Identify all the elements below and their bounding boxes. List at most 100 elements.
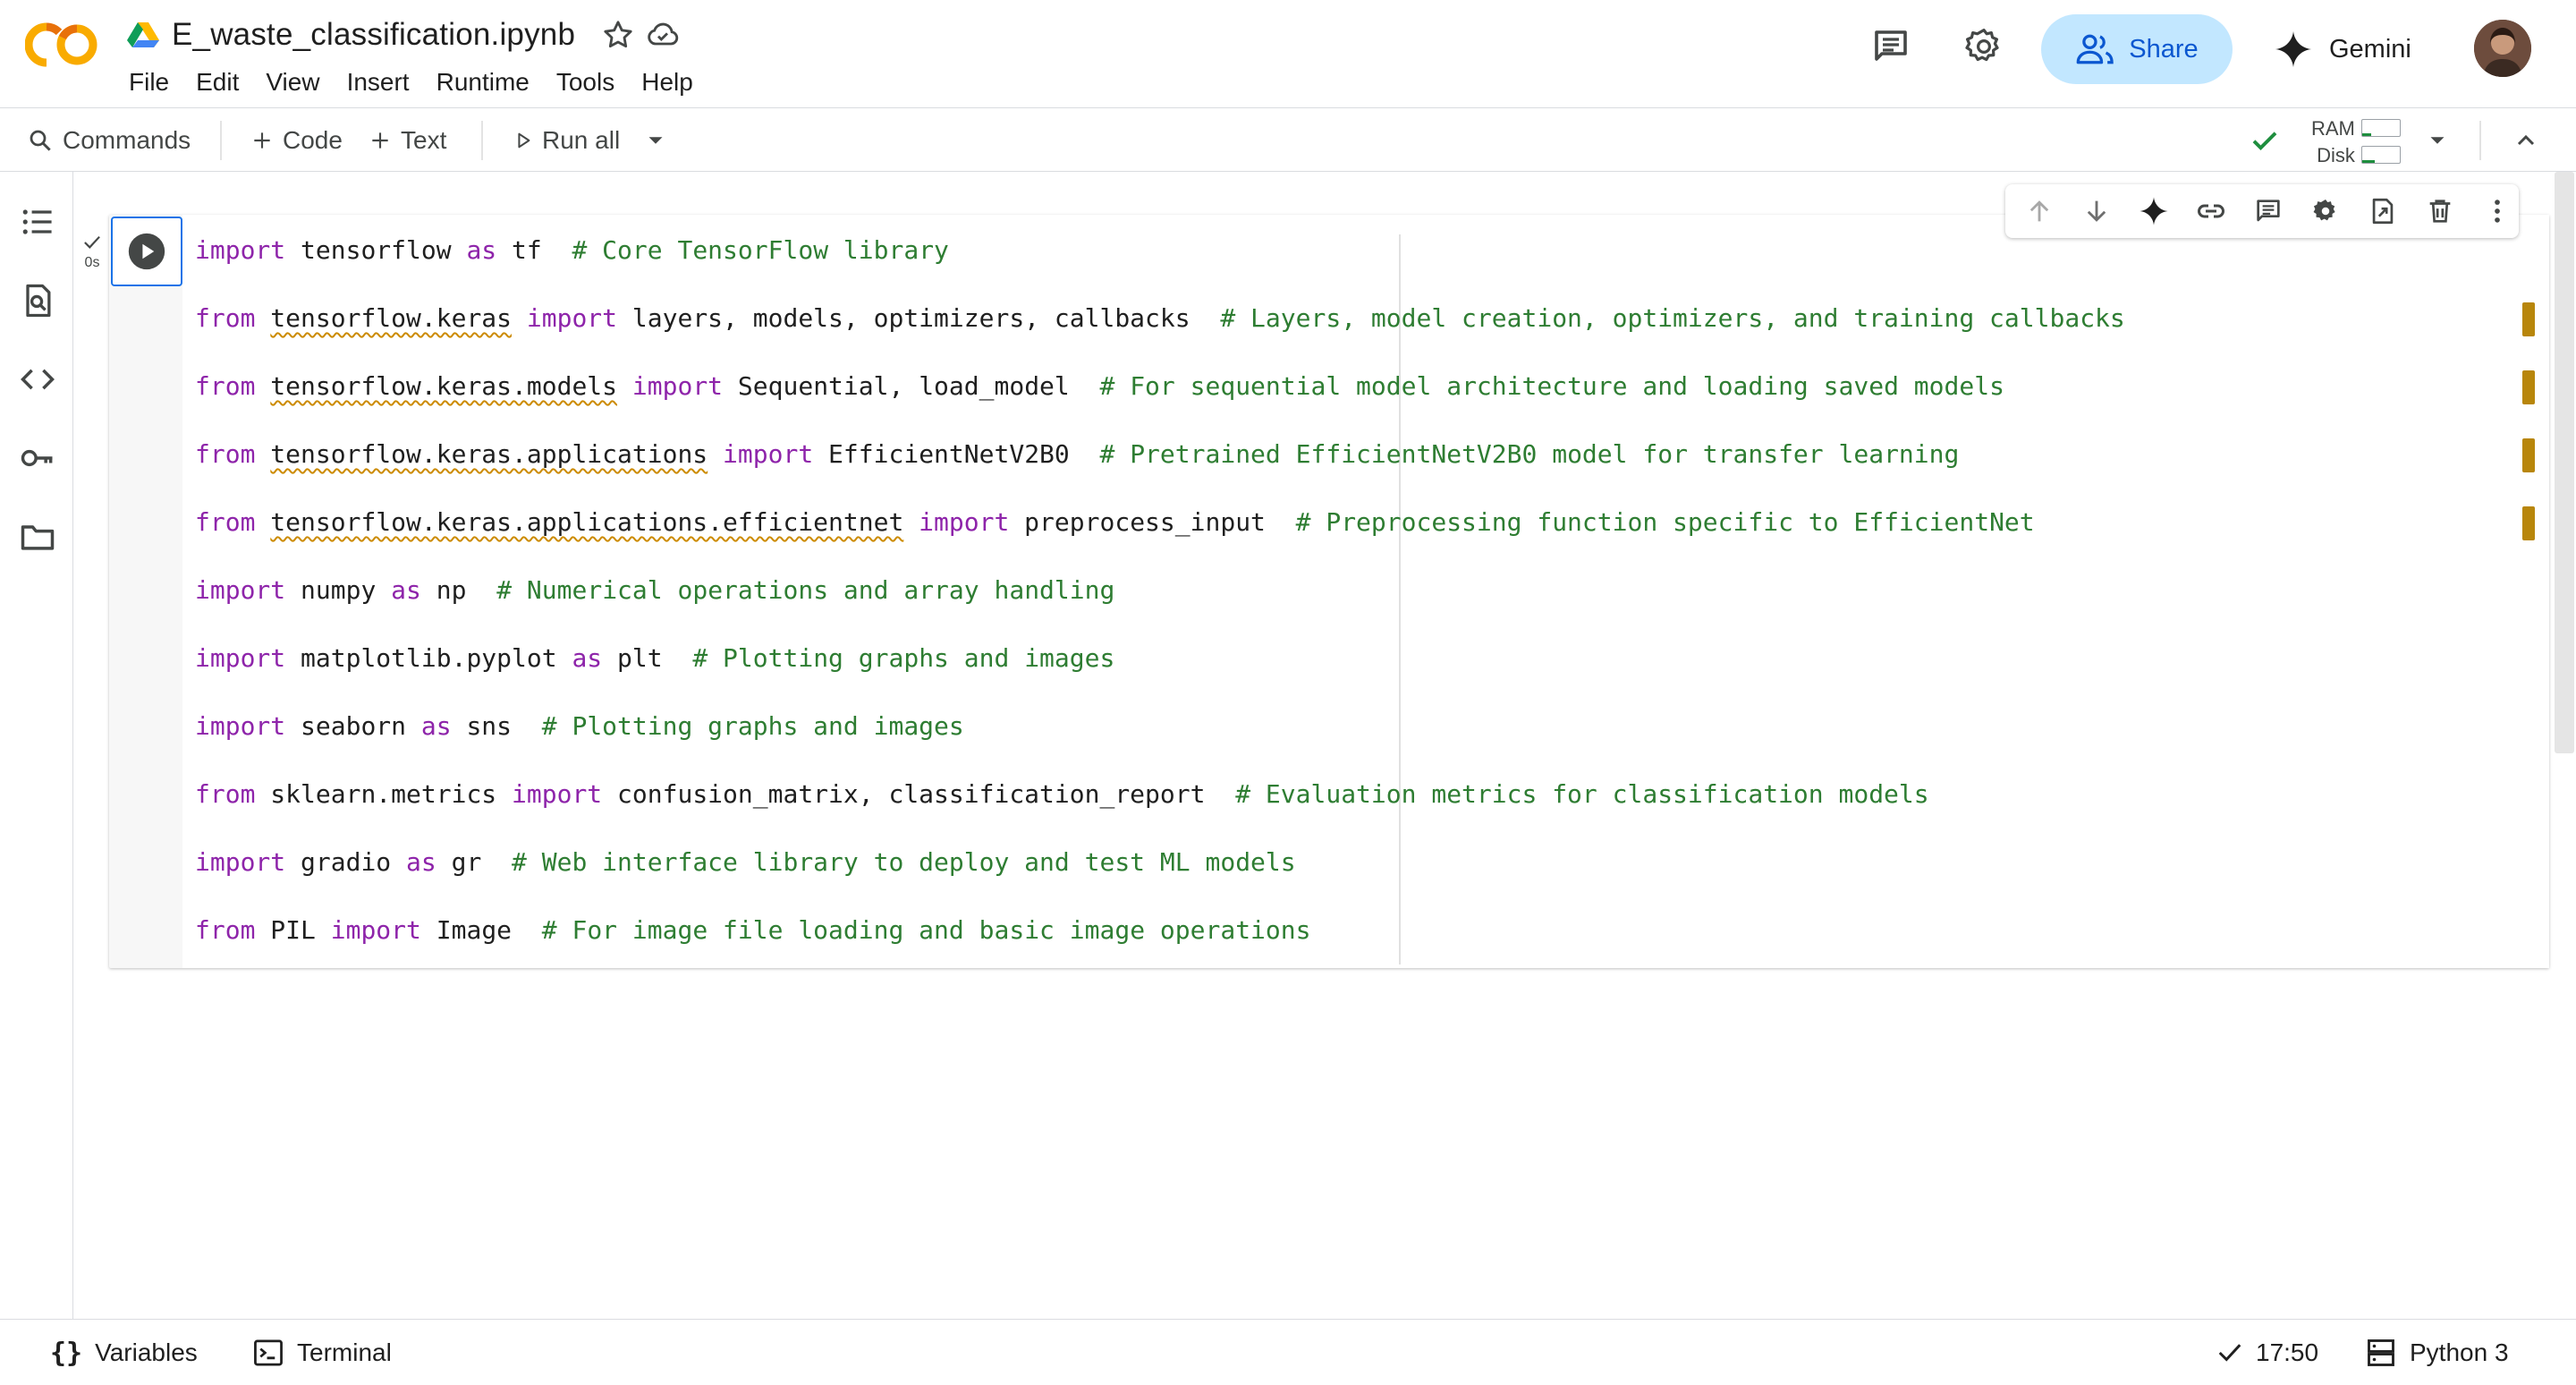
- more-vertical-icon: [2495, 200, 2500, 223]
- comments-button[interactable]: [1864, 20, 1918, 73]
- move-cell-down-button[interactable]: [2077, 191, 2116, 231]
- code-keyword: as: [572, 643, 603, 673]
- mirror-cell-button[interactable]: [2363, 191, 2402, 231]
- last-execution-status[interactable]: 17:50: [2216, 1320, 2318, 1385]
- play-outline-icon: [518, 132, 530, 149]
- code-comment: # Plotting graphs and images: [541, 711, 964, 741]
- code-text: PIL: [255, 915, 331, 945]
- resource-labels[interactable]: RAM Disk: [2311, 115, 2355, 169]
- table-of-contents-button[interactable]: [18, 202, 57, 242]
- resources-dropdown[interactable]: [2424, 108, 2451, 173]
- code-keyword: import: [526, 303, 618, 333]
- code-line[interactable]: from tensorflow.keras.applications.effic…: [195, 505, 2125, 573]
- notebook-scrollbar[interactable]: [2555, 172, 2574, 753]
- trash-icon: [2429, 200, 2451, 223]
- code-lines[interactable]: import tensorflow as tf # Core TensorFlo…: [195, 233, 2125, 981]
- code-line[interactable]: from tensorflow.keras.models import Sequ…: [195, 369, 2125, 437]
- execution-time-label: 17:50: [2256, 1338, 2319, 1366]
- account-avatar[interactable]: [2474, 20, 2531, 77]
- menu-edit[interactable]: Edit: [196, 64, 239, 100]
- add-text-button[interactable]: Text: [369, 108, 446, 173]
- code-keyword: from: [195, 303, 256, 333]
- menu-insert[interactable]: Insert: [347, 64, 410, 100]
- code-text: seaborn: [285, 711, 421, 741]
- code-snippets-button[interactable]: [18, 360, 57, 399]
- lint-warning-marker[interactable]: [2522, 506, 2535, 540]
- gemini-button[interactable]: Gemini: [2274, 14, 2411, 84]
- delete-cell-button[interactable]: [2420, 191, 2460, 231]
- code-brackets-icon: [21, 369, 55, 390]
- menu-tools[interactable]: Tools: [556, 64, 614, 100]
- files-button[interactable]: [18, 517, 57, 557]
- gemini-sparkle-icon: [2140, 197, 2168, 225]
- run-cell-button[interactable]: [111, 217, 182, 286]
- code-comment: # Numerical operations and array handlin…: [496, 575, 1115, 605]
- secrets-button[interactable]: [18, 438, 57, 478]
- lint-warning-marker[interactable]: [2522, 370, 2535, 404]
- star-icon[interactable]: [600, 17, 636, 53]
- arrow-down-icon: [2087, 200, 2106, 222]
- key-icon: [21, 449, 53, 467]
- commands-button[interactable]: Commands: [27, 108, 191, 173]
- add-comment-button[interactable]: [2249, 191, 2288, 231]
- search-icon: [30, 130, 51, 151]
- connected-check-icon[interactable]: [2247, 124, 2283, 157]
- menu-help[interactable]: Help: [641, 64, 693, 100]
- ram-usage-bar[interactable]: [2361, 119, 2401, 137]
- code-text: tensorflow.keras.applications.efficientn…: [270, 507, 904, 537]
- settings-button[interactable]: [1957, 20, 2011, 73]
- code-text: sns: [451, 711, 542, 741]
- code-line[interactable]: from sklearn.metrics import confusion_ma…: [195, 777, 2125, 845]
- plus-icon: [254, 132, 270, 149]
- add-code-button[interactable]: Code: [250, 108, 343, 173]
- lint-warning-marker[interactable]: [2522, 302, 2535, 336]
- code-text: sklearn.metrics: [255, 779, 513, 809]
- variables-button[interactable]: {} Variables: [50, 1320, 198, 1385]
- disk-usage-bar[interactable]: [2361, 146, 2401, 164]
- google-drive-icon[interactable]: [127, 21, 159, 49]
- colab-logo-icon[interactable]: [25, 20, 100, 70]
- menu-runtime[interactable]: Runtime: [436, 64, 530, 100]
- find-replace-button[interactable]: [18, 281, 57, 320]
- lint-warning-marker[interactable]: [2522, 438, 2535, 472]
- code-line[interactable]: import numpy as np # Numerical operation…: [195, 573, 2125, 641]
- code-line[interactable]: from tensorflow.keras.applications impor…: [195, 437, 2125, 505]
- code-keyword: import: [723, 439, 814, 469]
- move-cell-up-button[interactable]: [2020, 191, 2059, 231]
- collapse-header-button[interactable]: [2512, 108, 2540, 173]
- code-line[interactable]: from PIL import Image # For image file l…: [195, 913, 2125, 981]
- code-keyword: as: [406, 847, 436, 877]
- gemini-cell-button[interactable]: [2134, 191, 2174, 231]
- menu-view[interactable]: View: [266, 64, 319, 100]
- share-button[interactable]: Share: [2041, 14, 2233, 84]
- code-text: confusion_matrix, classification_report: [602, 779, 1236, 809]
- code-text: gr: [436, 847, 513, 877]
- add-text-label: Text: [401, 126, 447, 154]
- cloud-saved-icon[interactable]: [645, 17, 681, 53]
- cell-toolbar: [2005, 184, 2519, 238]
- code-line[interactable]: from tensorflow.keras import layers, mod…: [195, 301, 2125, 369]
- code-keyword: import: [919, 507, 1010, 537]
- check-icon: [2218, 1344, 2241, 1362]
- cell-settings-button[interactable]: [2306, 191, 2345, 231]
- code-keyword: import: [195, 235, 286, 265]
- code-text: Image: [420, 915, 542, 945]
- menu-file[interactable]: File: [129, 64, 169, 100]
- add-code-label: Code: [283, 126, 343, 154]
- toolbar-divider: [2479, 121, 2481, 160]
- terminal-button[interactable]: Terminal: [252, 1320, 392, 1385]
- code-keyword: from: [195, 779, 256, 809]
- run-all-button[interactable]: Run all: [513, 108, 620, 173]
- run-options-dropdown[interactable]: [642, 108, 669, 173]
- more-actions-button[interactable]: [2478, 191, 2517, 231]
- link-to-cell-button[interactable]: [2191, 191, 2231, 231]
- code-line[interactable]: import tensorflow as tf # Core TensorFlo…: [195, 233, 2125, 301]
- code-line[interactable]: import seaborn as sns # Plotting graphs …: [195, 709, 2125, 777]
- runtime-label: Python 3: [2410, 1338, 2509, 1366]
- runtime-type-button[interactable]: Python 3: [2365, 1320, 2509, 1385]
- code-line[interactable]: import gradio as gr # Web interface libr…: [195, 845, 2125, 913]
- notebook-title[interactable]: E_waste_classification.ipynb: [172, 17, 575, 53]
- code-line[interactable]: import matplotlib.pyplot as plt # Plotti…: [195, 641, 2125, 709]
